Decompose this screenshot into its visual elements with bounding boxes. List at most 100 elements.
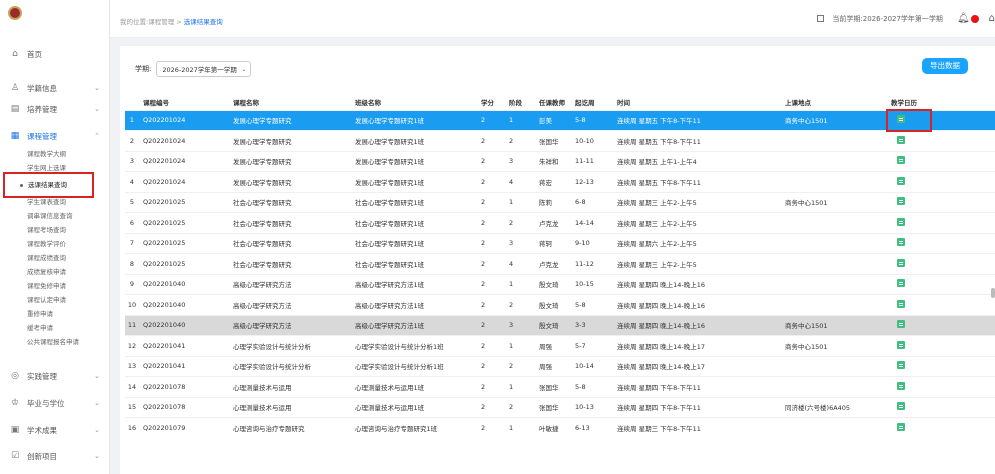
sub-item-syllabus[interactable]: 课程教学大纲 [27,149,66,160]
table-row[interactable]: 3 Q202201024 发展心理学专题研究 发展心理学专题研究1班 2 3 朱祥和 11-1… [125,150,995,172]
table-cell: 陈莉 [535,191,571,213]
teaching-calendar-icon[interactable] [897,340,905,349]
table-row[interactable]: 4 Q202201024 发展心理学专题研究 发展心理学专题研究1班 2 4 蒋宏 12-13… [125,171,995,192]
teaching-calendar-icon[interactable] [897,423,905,431]
sub-item-public-course[interactable]: 公共课程报名申请 [27,337,79,348]
sub-item-evaluation[interactable]: 课程教学评价 [27,239,66,250]
table-row[interactable]: 7 Q202201025 社会心理学专题研究 社会心理学专题研究1班 2 3 蒋轲 9-10 连… [125,232,995,254]
calendar-cell[interactable] [887,376,995,397]
table-cell: 2 [477,212,505,233]
teaching-calendar-icon[interactable] [897,197,905,206]
calendar-cell[interactable] [887,253,995,274]
table-cell: 社会心理学专题研究1班 [351,191,477,213]
table-row[interactable]: 15 Q202201078 心理测量技术与运用 心理测量技术与运用1班 2 2 张国华 10-… [125,396,995,418]
calendar-cell[interactable] [887,171,995,192]
table-row[interactable]: 2 Q202201024 发展心理学专题研究 发展心理学专题研究1班 2 2 张国华 10-1… [125,130,995,151]
table-cell: 同济楼(六号楼)6A405 [781,396,887,418]
table-row[interactable]: 14 Q202201078 心理测量技术与运用 心理测量技术与运用1班 2 1 张国华 5-8… [125,376,995,397]
table-cell: 卢克龙 [535,253,571,274]
sub-item-grade-review[interactable]: 成绩复核申请 [27,267,66,278]
sub-item-schedule-change[interactable]: 调串课信息查询 [27,211,73,222]
table-row[interactable]: 8 Q202201025 社会心理学专题研究 社会心理学专题研究1班 2 4 卢克龙 11-1… [125,253,995,274]
teaching-calendar-icon[interactable] [897,238,905,247]
table-cell: 心理咨询与治疗专题研究 [229,417,351,438]
teaching-calendar-icon[interactable] [897,258,905,267]
table-cell: 9-10 [571,232,613,254]
table-cell: 连续周 星期六 上午2-上午5 [613,232,781,254]
sidebar-item-graduation[interactable]: ♔ 毕业与学位 ⌄ [0,395,110,411]
row-index: 11 [125,314,139,336]
teaching-calendar-icon[interactable] [897,361,905,370]
book-icon: ▤ [10,104,20,114]
calendar-cell[interactable] [887,191,995,213]
sub-item-timetable[interactable]: 学生课表查询 [27,197,66,208]
table-cell: 连续周 星期三 下午8-下午11 [613,417,781,438]
teaching-calendar-icon[interactable] [897,156,905,165]
teaching-calendar-icon[interactable] [897,135,905,144]
table-cell: 连续周 星期四 晚上14-晚上17 [613,335,781,356]
row-index: 7 [125,232,139,254]
sub-item-recognition[interactable]: 课程认定申请 [27,295,66,306]
lock-icon[interactable]: ⌂ [989,13,995,24]
table-row[interactable]: 13 Q202201041 心理学实验设计与统计分析 心理学实验设计与统计分析1班 2 2… [125,355,995,377]
table-row[interactable]: 6 Q202201025 社会心理学专题研究 社会心理学专题研究1班 2 2 卢克龙 14-1… [125,212,995,233]
table-row[interactable]: 5 Q202201025 社会心理学专题研究 社会心理学专题研究1班 2 1 陈莉 6-8 连续… [125,191,995,213]
sub-item-grades[interactable]: 课程成绩查询 [27,253,66,264]
teaching-calendar-icon[interactable] [897,176,905,185]
row-index: 13 [125,355,139,377]
col-course-code: 课程编号 [143,98,169,107]
calendar-cell[interactable] [887,335,995,356]
teaching-calendar-icon[interactable] [897,320,905,329]
main-panel: 学期: 2026-2027学年第一学期 ⌄ 导出数据 课程编号 课程名称 班级名… [120,46,995,474]
table-row[interactable]: 12 Q202201041 心理学实验设计与统计分析 心理学实验设计与统计分析1班 2 1… [125,335,995,356]
sub-item-deferred-exam[interactable]: 缓考申请 [27,323,53,334]
calendar-cell[interactable] [887,314,995,336]
teaching-calendar-icon[interactable] [897,381,905,390]
calendar-cell[interactable] [887,355,995,377]
sidebar-item-course[interactable]: ▦ 课程管理 ⌃ [0,128,110,144]
calendar-cell[interactable] [887,130,995,151]
teaching-calendar-icon[interactable] [897,217,905,226]
sidebar-item-practice[interactable]: ◎ 实践管理 ⌄ [0,368,110,384]
calendar-cell[interactable] [887,294,995,315]
table-row[interactable]: 11 Q202201040 高级心理学研究方法 高级心理学研究方法1班 2 3 殷文琦 3-3… [125,314,995,336]
table-row[interactable]: 1 Q202201024 发展心理学专题研究 发展心理学专题研究1班 2 1 彭美 5-8 连续… [125,109,995,131]
calendar-cell[interactable] [887,417,995,438]
table-cell: Q202201025 [139,232,229,254]
sidebar-item-home[interactable]: ⌂ 首页 [0,46,110,62]
chevron-down-icon: ⌄ [94,84,100,92]
sidebar-item-achievement[interactable]: ▣ 学术成果 ⌄ [0,422,110,438]
table-cell: 连续周 星期四 下午8-下午11 [613,376,781,397]
sidebar-item-innovation[interactable]: ☑ 创新项目 ⌄ [0,448,110,464]
teaching-calendar-icon[interactable] [897,279,905,288]
col-stage: 阶段 [509,98,522,107]
bell-icon[interactable]: 🔔︎ [957,13,970,24]
export-button[interactable]: 导出数据 [922,58,968,74]
table-row[interactable]: 16 Q202201079 心理咨询与治疗专题研究 心理咨询与治疗专题研究1班 2 1 叶敏… [125,417,995,438]
table-cell: 3 [505,150,535,172]
calendar-cell[interactable] [887,212,995,233]
sub-item-retake[interactable]: 重修申请 [27,309,53,320]
sidebar-item-student-info[interactable]: ♙ 学籍信息 ⌄ [0,80,110,96]
table-cell: 连续周 星期三 上午2-上午5 [613,253,781,274]
scrollbar-thumb[interactable] [991,288,995,298]
table-cell [781,294,887,315]
semester-select[interactable]: 2026-2027学年第一学期 ⌄ [156,61,252,77]
calendar-cell[interactable] [887,273,995,295]
table-cell: 连续周 星期四 晚上14-晚上16 [613,273,781,295]
table-row[interactable]: 9 Q202201040 高级心理学研究方法 高级心理学研究方法1班 2 1 殷文琦 10-1… [125,273,995,295]
table-cell: 发展心理学专题研究 [229,150,351,172]
calendar-cell[interactable] [887,150,995,172]
sub-item-exemption[interactable]: 课程免修申请 [27,281,66,292]
table-cell: 社会心理学专题研究 [229,212,351,233]
teaching-calendar-icon[interactable] [897,299,905,308]
table-cell: 发展心理学专题研究 [229,109,351,131]
sidebar-item-training[interactable]: ▤ 培养管理 ⌄ [0,101,110,117]
teaching-calendar-icon[interactable] [897,402,905,411]
sub-item-exam-room[interactable]: 课程考场查询 [27,225,66,236]
row-index: 8 [125,253,139,274]
table-row[interactable]: 10 Q202201040 高级心理学研究方法 高级心理学研究方法1班 2 2 殷文琦 5-8… [125,294,995,315]
calendar-cell[interactable] [887,232,995,254]
calendar-cell[interactable] [887,396,995,418]
table-cell [781,150,887,172]
